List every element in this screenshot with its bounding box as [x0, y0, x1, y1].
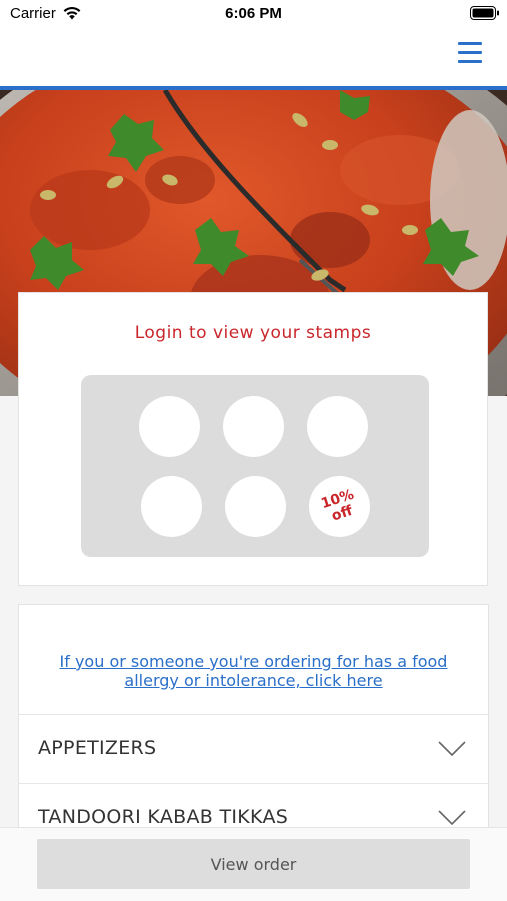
category-label: TANDOORI KABAB TIKKAS — [38, 806, 289, 828]
status-bar: Carrier 6:06 PM — [0, 0, 507, 30]
app-header — [0, 30, 507, 90]
stamp-slot — [141, 476, 202, 537]
hamburger-menu-icon[interactable] — [456, 40, 484, 66]
reward-label: 10% off — [316, 486, 363, 527]
battery-icon — [470, 6, 499, 20]
stamp-slot — [223, 396, 284, 457]
allergy-info-link[interactable]: If you or someone you're ordering for ha… — [19, 652, 488, 690]
stamp-card: Login to view your stamps 10% off — [18, 292, 488, 586]
stamp-slot — [225, 476, 286, 537]
stamp-board: 10% off — [81, 375, 429, 557]
login-to-view-stamps-link[interactable]: Login to view your stamps — [19, 323, 487, 343]
allergy-link-line2[interactable]: allergy or intolerance, click here — [19, 671, 488, 690]
reward-stamp-slot: 10% off — [309, 476, 370, 537]
stamp-slot — [139, 396, 200, 457]
view-order-button[interactable]: View order — [37, 839, 470, 889]
bottom-bar: View order — [0, 827, 507, 901]
stamp-slot — [307, 396, 368, 457]
category-label: APPETIZERS — [38, 737, 157, 759]
category-appetizers[interactable]: APPETIZERS — [19, 714, 488, 783]
chevron-down-icon — [438, 810, 466, 826]
clock: 6:06 PM — [225, 5, 282, 22]
allergy-link-line1[interactable]: If you or someone you're ordering for ha… — [19, 652, 488, 671]
chevron-down-icon — [438, 741, 466, 757]
